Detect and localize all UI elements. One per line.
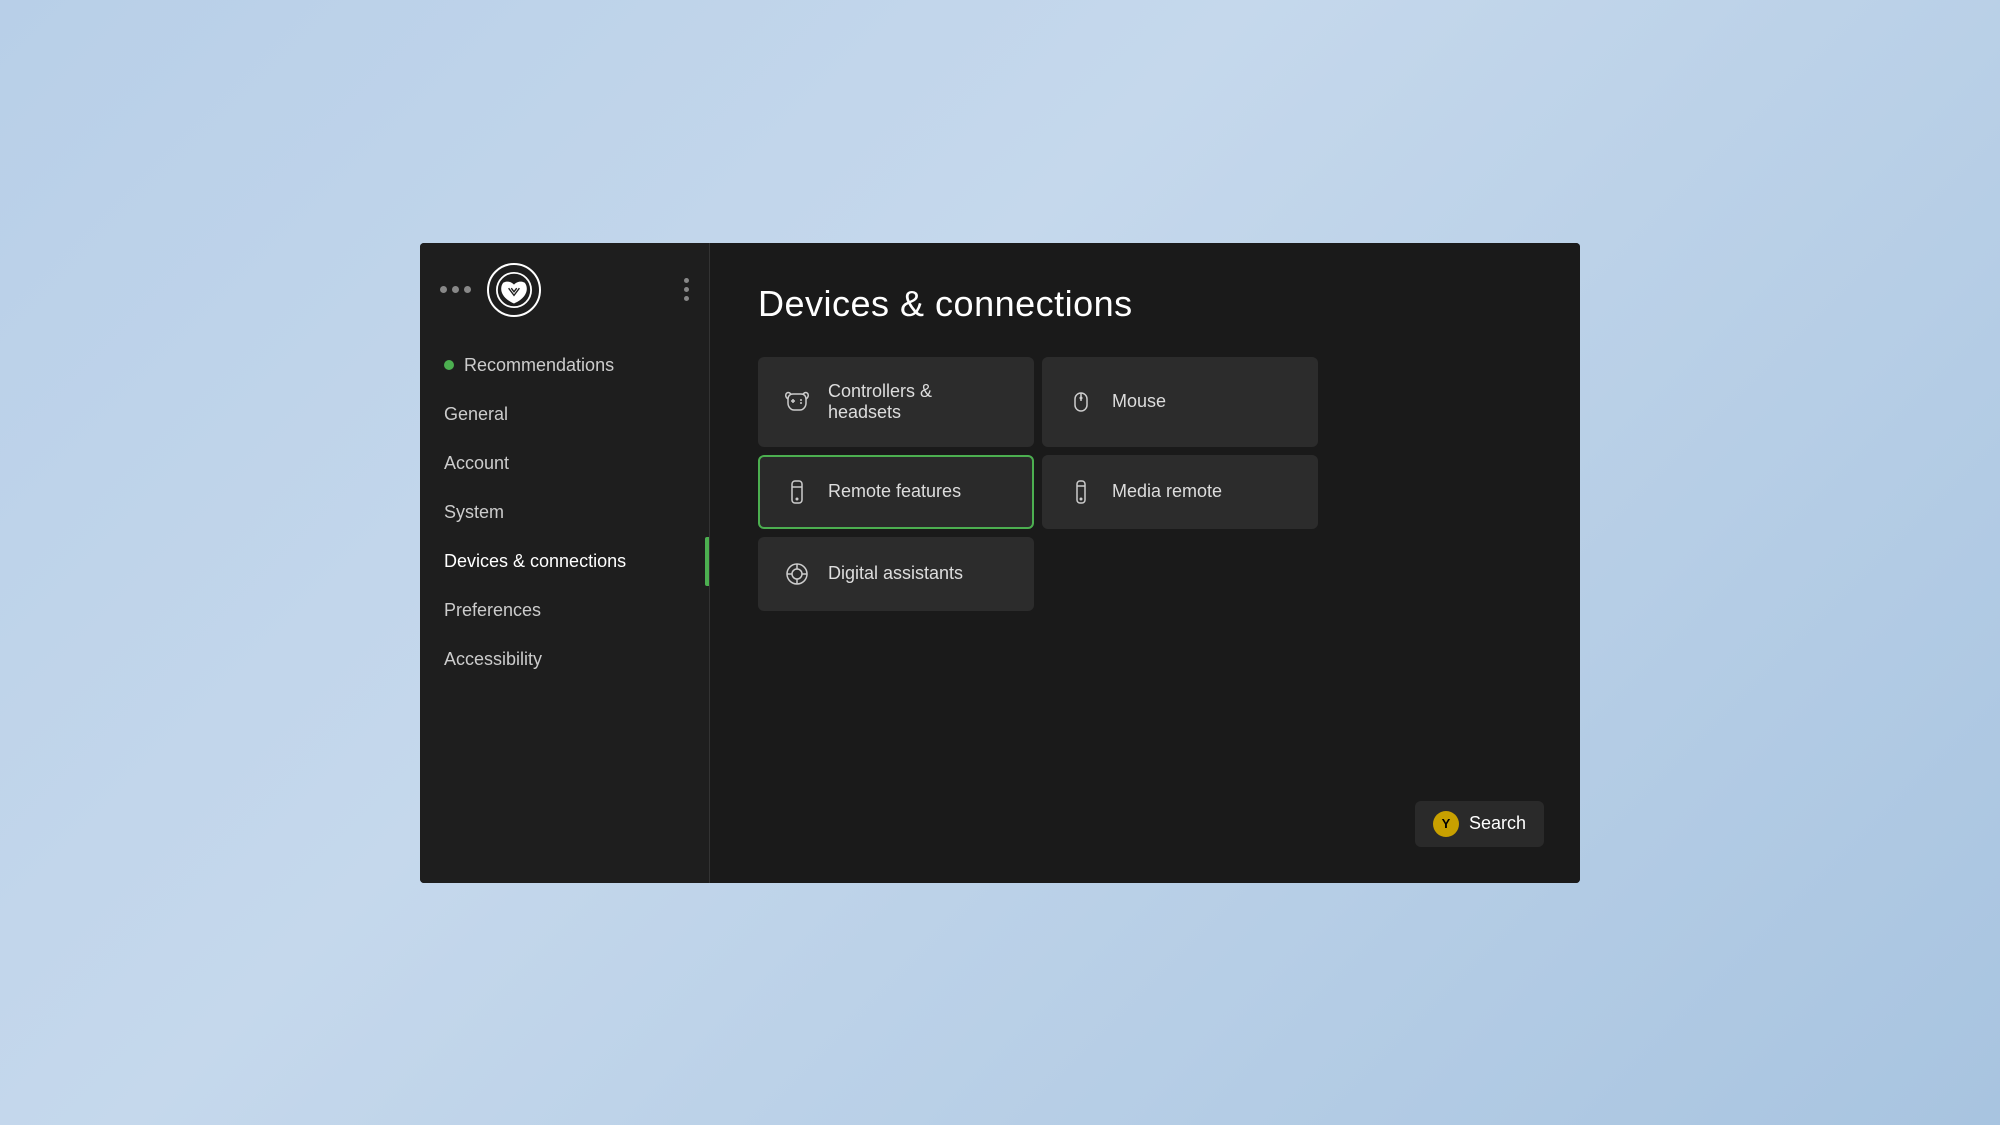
- sidebar-item-recommendations-label: Recommendations: [464, 355, 614, 376]
- sidebar-nav: Recommendations General Account System D…: [420, 333, 709, 883]
- grid-item-digital-assistants[interactable]: Digital assistants: [758, 537, 1034, 611]
- sidebar-item-accessibility-label: Accessibility: [444, 649, 542, 670]
- dots-nav: [440, 286, 471, 293]
- nav-dot-2: [452, 286, 459, 293]
- sidebar-header: [420, 243, 709, 333]
- grid-item-mouse[interactable]: Mouse: [1042, 357, 1318, 447]
- grid-item-media-remote[interactable]: Media remote: [1042, 455, 1318, 529]
- sidebar-item-devices-label: Devices & connections: [444, 551, 626, 572]
- remote-features-label: Remote features: [828, 481, 961, 502]
- devices-grid: Controllers & headsets Mouse Remote fe: [758, 357, 1318, 611]
- grid-item-remote-features[interactable]: Remote features: [758, 455, 1034, 529]
- page-title: Devices & connections: [758, 283, 1532, 325]
- grid-item-controllers[interactable]: Controllers & headsets: [758, 357, 1034, 447]
- sidebar-item-system[interactable]: System: [420, 488, 709, 537]
- media-remote-label: Media remote: [1112, 481, 1222, 502]
- y-button-label: Y: [1442, 816, 1451, 831]
- media-remote-icon: [1068, 479, 1094, 505]
- mouse-label: Mouse: [1112, 391, 1166, 412]
- sidebar-item-system-label: System: [444, 502, 504, 523]
- sidebar-item-general[interactable]: General: [420, 390, 709, 439]
- nav-dot-1: [440, 286, 447, 293]
- y-button-icon: Y: [1433, 811, 1459, 837]
- remote-features-icon: [784, 479, 810, 505]
- menu-dots-button[interactable]: [684, 278, 689, 301]
- search-button[interactable]: Y Search: [1415, 801, 1544, 847]
- menu-dot-3: [684, 296, 689, 301]
- sidebar-item-account[interactable]: Account: [420, 439, 709, 488]
- sidebar-item-preferences[interactable]: Preferences: [420, 586, 709, 635]
- sidebar-item-accessibility[interactable]: Accessibility: [420, 635, 709, 684]
- settings-window: Recommendations General Account System D…: [420, 243, 1580, 883]
- menu-dot-2: [684, 287, 689, 292]
- xbox-logo: [487, 263, 541, 317]
- sidebar-item-general-label: General: [444, 404, 508, 425]
- controllers-icon: [784, 389, 810, 415]
- sidebar-item-devices[interactable]: Devices & connections: [420, 537, 709, 586]
- menu-dot-1: [684, 278, 689, 283]
- sidebar-item-preferences-label: Preferences: [444, 600, 541, 621]
- digital-assistants-icon: [784, 561, 810, 587]
- controllers-label: Controllers & headsets: [828, 381, 1008, 423]
- sidebar: Recommendations General Account System D…: [420, 243, 710, 883]
- mouse-icon: [1068, 389, 1094, 415]
- nav-dot-3: [464, 286, 471, 293]
- search-label: Search: [1469, 813, 1526, 834]
- sidebar-item-account-label: Account: [444, 453, 509, 474]
- digital-assistants-label: Digital assistants: [828, 563, 963, 584]
- sidebar-item-recommendations[interactable]: Recommendations: [420, 341, 709, 390]
- main-content: Devices & connections Controllers & head…: [710, 243, 1580, 883]
- recommendations-dot: [444, 360, 454, 370]
